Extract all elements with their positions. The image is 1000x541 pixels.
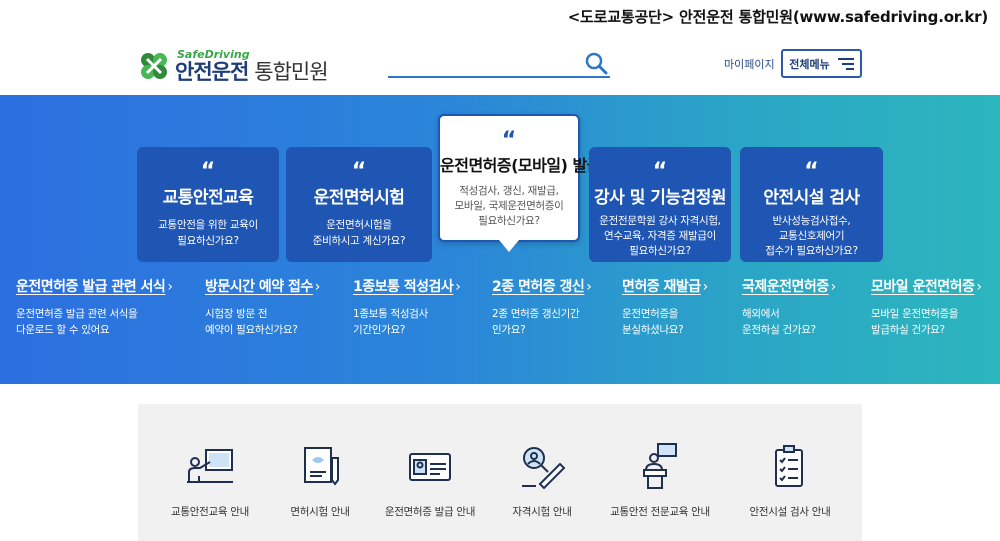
card-desc: 운전전문학원 강사 자격시험, 연수교육, 자격증 재발급이 필요하신가요? — [599, 215, 721, 257]
chevron-right-icon: › — [314, 279, 321, 295]
chevron-right-icon: › — [830, 279, 837, 295]
card-license-issue-mobile[interactable]: “ 운전면허증(모바일) 발급 적성검사, 갱신, 재발급, 모바일, 국제운전면… — [438, 114, 601, 252]
clover-logo-icon — [141, 53, 167, 79]
site-logo[interactable]: SafeDriving 안전운전 통합민원 — [137, 46, 329, 86]
logo-title: 안전운전 통합민원 — [175, 60, 329, 84]
chevron-right-icon: › — [976, 279, 982, 295]
link-class2-renewal[interactable]: 2종 면허증 갱신 › 2종 면허증 갱신기간 인가요? — [492, 276, 592, 338]
card-title: 운전면허증(모바일) 발급 — [440, 156, 601, 175]
card-desc: 반사성능검사접수, 교통신호제어기 접수가 필요하신가요? — [765, 215, 858, 257]
all-menu-button[interactable]: 전체메뉴 — [781, 49, 862, 78]
link-license-forms[interactable]: 운전면허증 발급 관련 서식 › 운전면허증 발급 관련 서식을 다운로드 할 수 … — [16, 276, 173, 338]
link-title: 면허증 재발급 — [622, 279, 701, 295]
podium-speaker-icon — [643, 443, 677, 489]
link-visit-reservation[interactable]: 방문시간 예약 접수 › 시험장 방문 전 예약이 필요하신가요? — [205, 276, 320, 338]
checklist-icon — [775, 445, 803, 487]
link-title: 모바일 운전면허증 — [871, 279, 975, 295]
link-mobile-license[interactable]: 모바일 운전면허증 › 모바일 운전면허증을 발급하실 건가요? — [871, 276, 982, 338]
link-title: 1종보통 적성검사 — [353, 279, 454, 295]
quote-icon: “ — [351, 159, 367, 184]
link-desc: 운전면허증을 분실하셨나요? — [622, 308, 684, 336]
quote-icon: “ — [200, 159, 216, 184]
page-caption: <도로교통공단> 안전운전 통합민원(www.safedriving.or.kr… — [567, 8, 989, 26]
guide-label: 안전시설 검사 안내 — [749, 506, 831, 518]
chevron-right-icon: › — [455, 279, 461, 295]
link-desc: 2종 면허증 갱신기간 인가요? — [492, 308, 580, 336]
guide-label: 교통안전 전문교육 안내 — [610, 506, 710, 518]
logo-subtitle: SafeDriving — [177, 48, 250, 61]
link-international-license[interactable]: 국제운전면허증 › 해외에서 운전하실 건가요? — [742, 276, 836, 338]
link-title: 방문시간 예약 접수 — [205, 279, 313, 295]
card-desc: 운전면허시험을 준비하시고 계신가요? — [312, 219, 406, 247]
chevron-right-icon: › — [586, 279, 592, 295]
search-icon[interactable] — [584, 51, 608, 75]
hamburger-icon — [837, 57, 854, 70]
card-title: 안전시설 검사 — [763, 188, 860, 208]
search-bar — [388, 50, 610, 78]
link-desc: 시험장 방문 전 예약이 필요하신가요? — [205, 308, 298, 336]
guide-traffic-education[interactable]: 교통안전교육 안내 — [150, 404, 270, 541]
exam-document-icon — [304, 447, 339, 486]
card-safety-facility-inspection[interactable]: “ 안전시설 검사 반사성능검사접수, 교통신호제어기 접수가 필요하신가요? — [740, 147, 883, 262]
card-desc: 적성검사, 갱신, 재발급, 모바일, 국제운전면허증이 필요하신가요? — [454, 185, 564, 227]
guide-label: 교통안전교육 안내 — [171, 506, 249, 518]
quote-icon: “ — [804, 159, 819, 184]
lecture-board-icon — [187, 449, 233, 483]
guide-section: 교통안전교육 안내 면허시험 안내 운전면허증 발급 안내 자격시험 안내 교통… — [138, 404, 862, 541]
search-input[interactable] — [388, 50, 578, 76]
guide-facility-inspection[interactable]: 안전시설 검사 안내 — [730, 404, 850, 541]
guide-professional-education[interactable]: 교통안전 전문교육 안내 — [600, 404, 720, 541]
qualification-exam-icon — [522, 447, 566, 490]
guide-license-exam[interactable]: 면허시험 안내 — [260, 404, 380, 541]
mypage-link[interactable]: 마이페이지 — [724, 56, 775, 72]
card-traffic-safety-education[interactable]: “ 교통안전교육 교통안전을 위한 교육이 필요하신가요? — [137, 147, 279, 262]
site-header: SafeDriving 안전운전 통합민원 마이페이지 전체메뉴 — [0, 36, 1000, 96]
id-card-icon — [409, 453, 451, 481]
link-title: 2종 면허증 갱신 — [492, 279, 585, 295]
link-desc: 해외에서 운전하실 건가요? — [742, 308, 816, 336]
card-pointer — [499, 240, 519, 252]
guide-label: 운전면허증 발급 안내 — [384, 506, 476, 518]
guide-qualification-exam[interactable]: 자격시험 안내 — [482, 404, 602, 541]
guide-label: 면허시험 안내 — [290, 506, 350, 518]
chevron-right-icon: › — [702, 279, 709, 295]
link-license-reissue[interactable]: 면허증 재발급 › 운전면허증을 분실하셨나요? — [622, 276, 708, 338]
link-class1-aptitude-test[interactable]: 1종보통 적성검사 › 1종보통 적성검사 기간인가요? — [353, 276, 461, 338]
quote-icon: “ — [501, 128, 517, 153]
card-desc: 교통안전을 위한 교육이 필요하신가요? — [158, 219, 258, 247]
chevron-right-icon: › — [167, 279, 173, 295]
link-desc: 1종보통 적성검사 기간인가요? — [353, 308, 428, 336]
card-instructor-examiner[interactable]: “ 강사 및 기능검정원 운전전문학원 강사 자격시험, 연수교육, 자격증 재발… — [589, 147, 731, 262]
guide-label: 자격시험 안내 — [512, 506, 572, 518]
quote-icon: “ — [652, 159, 668, 184]
card-license-exam[interactable]: “ 운전면허시험 운전면허시험을 준비하시고 계신가요? — [286, 147, 432, 262]
card-title: 강사 및 기능검정원 — [594, 188, 726, 208]
guide-license-issue[interactable]: 운전면허증 발급 안내 — [370, 404, 490, 541]
card-title: 교통안전교육 — [162, 188, 254, 208]
link-title: 국제운전면허증 — [742, 279, 829, 295]
all-menu-label: 전체메뉴 — [789, 57, 830, 71]
link-desc: 모바일 운전면허증을 발급하실 건가요? — [871, 308, 959, 336]
card-title: 운전면허시험 — [313, 188, 405, 208]
link-title: 운전면허증 발급 관련 서식 — [16, 279, 166, 295]
link-desc: 운전면허증 발급 관련 서식을 다운로드 할 수 있어요 — [16, 308, 138, 336]
